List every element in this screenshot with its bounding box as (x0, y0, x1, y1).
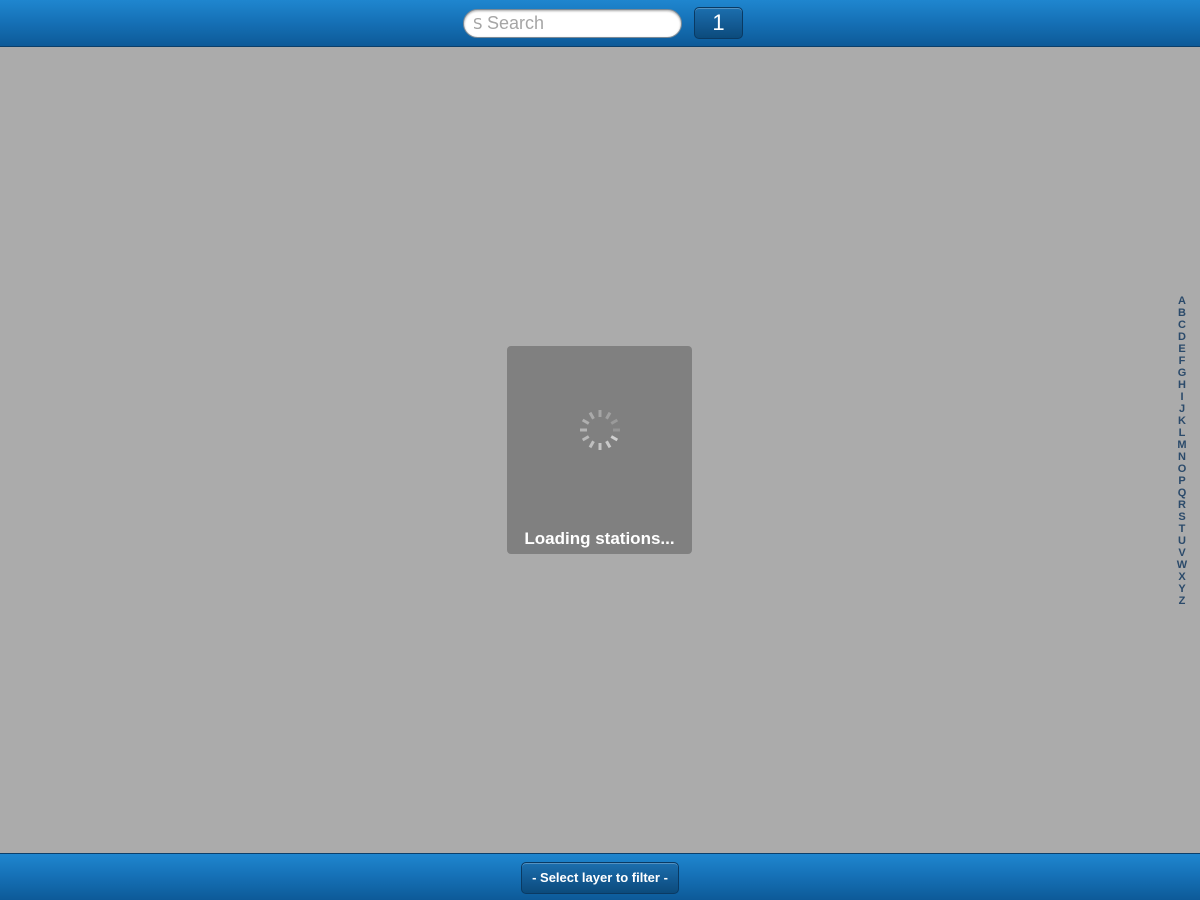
alphabet-index-letter[interactable]: J (1173, 403, 1191, 415)
alphabet-index-letter[interactable]: H (1173, 379, 1191, 391)
loading-overlay: Loading stations... (507, 346, 692, 554)
alphabet-index-letter[interactable]: U (1173, 535, 1191, 547)
alphabet-index-letter[interactable]: S (1173, 511, 1191, 523)
alphabet-index-letter[interactable]: W (1173, 559, 1191, 571)
alphabet-index-letter[interactable]: P (1173, 475, 1191, 487)
alphabet-index-letter[interactable]: R (1173, 499, 1191, 511)
alphabet-index-letter[interactable]: M (1173, 439, 1191, 451)
spinner-tick (610, 418, 619, 425)
bottom-toolbar: - Select layer to filter - (0, 853, 1200, 900)
alphabet-index-letter[interactable]: D (1173, 331, 1191, 343)
alphabet-index-letter[interactable]: C (1173, 319, 1191, 331)
search-icon: S (473, 15, 483, 33)
search-input[interactable] (487, 11, 672, 36)
spinner-tick (581, 435, 590, 442)
alphabet-index-letter[interactable]: F (1173, 355, 1191, 367)
spinner-icon (580, 410, 620, 450)
spinner-tick (605, 411, 612, 420)
spinner-tick (605, 440, 612, 449)
alphabet-index-letter[interactable]: Z (1173, 595, 1191, 607)
alphabet-index-letter[interactable]: T (1173, 523, 1191, 535)
spinner-tick (588, 411, 595, 420)
alphabet-index-letter[interactable]: K (1173, 415, 1191, 427)
alphabet-index-letter[interactable]: B (1173, 307, 1191, 319)
spinner-tick (610, 435, 619, 442)
alphabet-index-letter[interactable]: L (1173, 427, 1191, 439)
alphabet-index-letter[interactable]: I (1173, 391, 1191, 403)
loading-message: Loading stations... (524, 529, 675, 548)
layer-filter-button[interactable]: - Select layer to filter - (521, 862, 679, 894)
alphabet-index-letter[interactable]: Q (1173, 487, 1191, 499)
alphabet-index-letter[interactable]: X (1173, 571, 1191, 583)
alphabet-index-letter[interactable]: E (1173, 343, 1191, 355)
alphabet-index-letter[interactable]: V (1173, 547, 1191, 559)
alphabet-index-letter[interactable]: G (1173, 367, 1191, 379)
alphabet-index-letter[interactable]: O (1173, 463, 1191, 475)
alphabet-index-letter[interactable]: A (1173, 295, 1191, 307)
search-field[interactable]: S (463, 9, 682, 38)
alphabet-index: ABCDEFGHIJKLMNOPQRSTUVWXYZ (1173, 295, 1191, 607)
app-window: S 1 ABCDEFGHIJKLMNOPQRSTUVWXYZ Loading s… (0, 0, 1200, 900)
spinner-tick (588, 440, 595, 449)
alphabet-index-letter[interactable]: Y (1173, 583, 1191, 595)
alphabet-index-letter[interactable]: N (1173, 451, 1191, 463)
top-toolbar: S 1 (0, 0, 1200, 47)
station-count-button[interactable]: 1 (694, 7, 743, 39)
spinner-tick (581, 418, 590, 425)
